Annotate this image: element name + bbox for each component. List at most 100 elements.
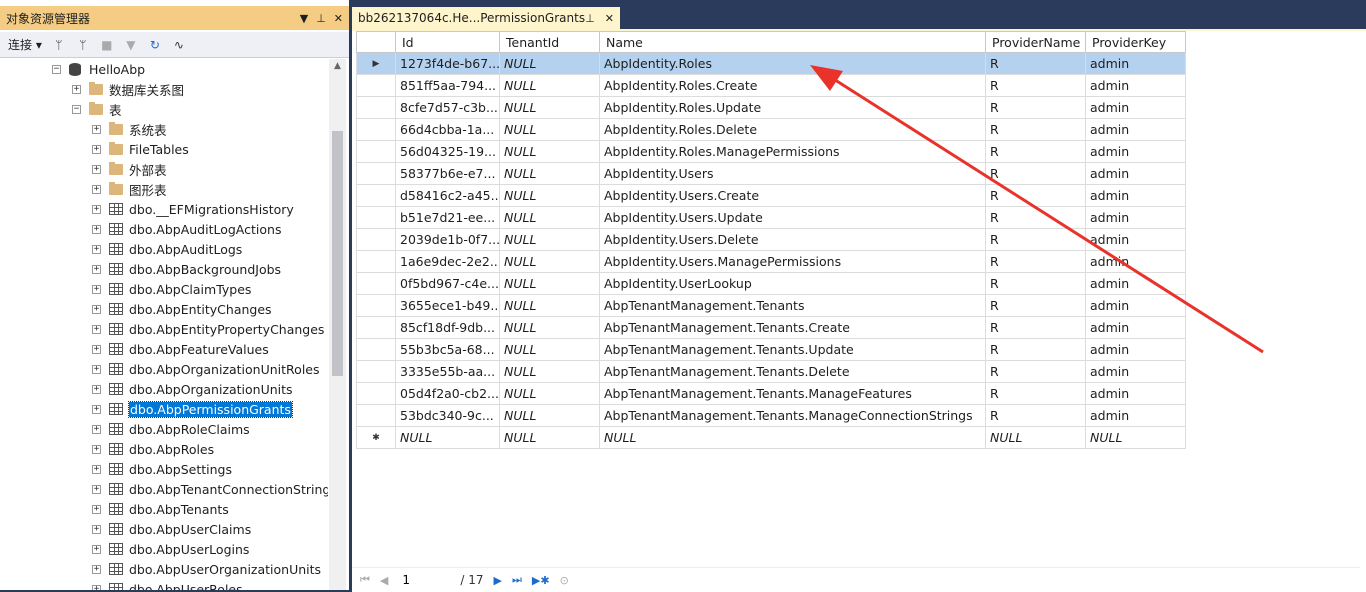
expand-icon[interactable]: + <box>92 524 101 534</box>
grid-cell[interactable]: R <box>985 338 1086 361</box>
grid-cell[interactable]: AbpTenantManagement.Tenants.ManageFeatur… <box>599 382 986 405</box>
row-header[interactable] <box>356 228 396 251</box>
first-record-icon[interactable]: ⏮ <box>360 573 370 587</box>
stop-query-icon[interactable]: ⊙ <box>560 574 569 587</box>
grid-cell[interactable]: R <box>985 184 1086 207</box>
grid-cell[interactable]: R <box>985 74 1086 97</box>
expand-icon[interactable]: + <box>92 144 101 154</box>
grid-cell[interactable]: AbpIdentity.Users.Create <box>599 184 986 207</box>
tree-node[interactable]: + dbo.AbpTenants <box>92 499 229 519</box>
grid-cell[interactable]: R <box>985 360 1086 383</box>
previous-record-icon[interactable]: ◀ <box>380 574 388 587</box>
filter-icon[interactable]: ▼ <box>124 38 138 52</box>
grid-cell[interactable]: NULL <box>499 140 600 163</box>
row-header[interactable] <box>356 118 396 141</box>
expand-icon[interactable]: + <box>92 444 101 454</box>
grid-cell[interactable]: AbpTenantManagement.Tenants <box>599 294 986 317</box>
tree-node[interactable]: + dbo.AbpAuditLogs <box>92 239 242 259</box>
tree-node-database[interactable]: − HelloAbp <box>52 59 145 79</box>
row-header[interactable] <box>356 272 396 295</box>
expand-icon[interactable]: + <box>92 124 101 134</box>
grid-cell[interactable]: NULL <box>499 250 600 273</box>
grid-cell[interactable]: b51e7d21-ee... <box>395 206 500 229</box>
grid-cell[interactable]: R <box>985 118 1086 141</box>
pin-icon[interactable]: ⊥ <box>585 12 595 25</box>
row-header[interactable] <box>356 184 396 207</box>
tree-node[interactable]: + dbo.AbpClaimTypes <box>92 279 251 299</box>
tree-node[interactable]: + dbo.AbpUserOrganizationUnits <box>92 559 321 579</box>
table-row[interactable]: 8cfe7d57-c3b... NULL AbpIdentity.Roles.Upd… <box>356 96 1186 119</box>
expand-icon[interactable]: + <box>92 364 101 374</box>
grid-cell[interactable]: NULL <box>985 426 1086 449</box>
row-header[interactable] <box>356 338 396 361</box>
grid-cell[interactable]: AbpTenantManagement.Tenants.Delete <box>599 360 986 383</box>
expand-icon[interactable]: + <box>92 544 101 554</box>
tree-node[interactable]: + dbo.AbpTenantConnectionStrings <box>92 479 328 499</box>
tree-node[interactable]: + dbo.AbpRoleClaims <box>92 419 250 439</box>
table-row[interactable]: 56d04325-19... NULL AbpIdentity.Roles.Mana… <box>356 140 1186 163</box>
expand-icon[interactable]: + <box>92 244 101 254</box>
column-header-providername[interactable]: ProviderName <box>985 31 1086 53</box>
table-row[interactable]: ▶ 1273f4de-b67... NULL AbpIdentity.Roles Rad… <box>356 52 1186 75</box>
grid-cell[interactable]: NULL <box>499 206 600 229</box>
row-header[interactable] <box>356 206 396 229</box>
grid-cell[interactable]: admin <box>1085 162 1186 185</box>
table-row[interactable]: 53bdc340-9c... NULL AbpTenantManagement.Te… <box>356 404 1186 427</box>
grid-cell[interactable]: 05d4f2a0-cb2... <box>395 382 500 405</box>
connect-button[interactable]: 连接 ▾ <box>8 36 42 53</box>
grid-cell[interactable]: AbpTenantManagement.Tenants.ManageConnec… <box>599 404 986 427</box>
table-row[interactable]: 05d4f2a0-cb2... NULL AbpTenantManagement.T… <box>356 382 1186 405</box>
grid-cell[interactable]: 2039de1b-0f7... <box>395 228 500 251</box>
grid-cell[interactable]: AbpIdentity.Users.Update <box>599 206 986 229</box>
grid-cell[interactable]: admin <box>1085 184 1186 207</box>
grid-cell[interactable]: admin <box>1085 404 1186 427</box>
activity-monitor-icon[interactable]: ∿ <box>172 38 186 52</box>
tree-scrollbar[interactable]: ▲ <box>329 59 346 590</box>
grid-cell[interactable]: admin <box>1085 338 1186 361</box>
row-header[interactable] <box>356 96 396 119</box>
column-header-id[interactable]: Id <box>395 31 500 53</box>
expand-icon[interactable]: + <box>92 384 101 394</box>
tree-node[interactable]: − 表 <box>72 99 122 119</box>
tree-node[interactable]: + dbo.AbpUserLogins <box>92 539 249 559</box>
grid-cell[interactable]: 66d4cbba-1a... <box>395 118 500 141</box>
grid-cell[interactable]: NULL <box>499 338 600 361</box>
table-row[interactable]: 3335e55b-aa... NULL AbpTenantManagement.Te… <box>356 360 1186 383</box>
tree-node[interactable]: + dbo.AbpBackgroundJobs <box>92 259 281 279</box>
grid-cell[interactable]: R <box>985 228 1086 251</box>
table-row[interactable]: 85cf18df-9db... NULL AbpTenantManagement.T… <box>356 316 1186 339</box>
tree-node[interactable]: + dbo.AbpRoles <box>92 439 214 459</box>
grid-cell[interactable]: NULL <box>499 294 600 317</box>
expand-icon[interactable]: + <box>92 564 101 574</box>
grid-cell[interactable]: NULL <box>499 96 600 119</box>
grid-cell[interactable]: AbpIdentity.Users.ManagePermissions <box>599 250 986 273</box>
row-header[interactable] <box>356 250 396 273</box>
table-row[interactable]: 1a6e9dec-2e2... NULL AbpIdentity.Users.Man… <box>356 250 1186 273</box>
pin-icon[interactable]: ⊥ <box>316 12 326 25</box>
grid-cell[interactable]: NULL <box>1085 426 1186 449</box>
grid-cell[interactable]: admin <box>1085 382 1186 405</box>
row-header[interactable] <box>356 404 396 427</box>
grid-cell[interactable]: R <box>985 272 1086 295</box>
expand-icon[interactable]: + <box>92 324 101 334</box>
grid-cell[interactable]: NULL <box>599 426 986 449</box>
grid-cell[interactable]: admin <box>1085 228 1186 251</box>
table-row[interactable]: 55b3bc5a-68... NULL AbpTenantManagement.Te… <box>356 338 1186 361</box>
grid-cell[interactable]: NULL <box>499 118 600 141</box>
tree-node[interactable]: + dbo.AbpUserRoles <box>92 579 243 590</box>
next-record-icon[interactable]: ▶ <box>494 574 502 587</box>
grid-cell[interactable]: 53bdc340-9c... <box>395 404 500 427</box>
expand-icon[interactable]: + <box>92 504 101 514</box>
row-header[interactable] <box>356 140 396 163</box>
close-icon[interactable]: ✕ <box>334 12 343 25</box>
table-row[interactable]: 58377b6e-e7... NULL AbpIdentity.Users Radmi… <box>356 162 1186 185</box>
row-header[interactable] <box>356 294 396 317</box>
expand-icon[interactable]: + <box>92 464 101 474</box>
grid-cell[interactable]: AbpIdentity.Users.Delete <box>599 228 986 251</box>
tree-node[interactable]: + dbo.AbpUserClaims <box>92 519 251 539</box>
grid-cell[interactable]: 3335e55b-aa... <box>395 360 500 383</box>
grid-cell[interactable]: 58377b6e-e7... <box>395 162 500 185</box>
tree-node[interactable]: + 外部表 <box>92 159 167 179</box>
grid-cell[interactable]: R <box>985 316 1086 339</box>
grid-cell[interactable]: NULL <box>499 426 600 449</box>
